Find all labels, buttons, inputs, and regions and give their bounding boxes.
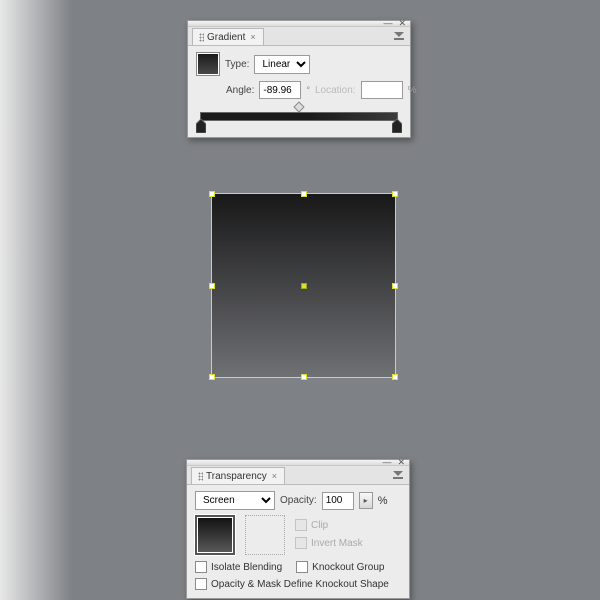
tab-gradient[interactable]: Gradient × bbox=[192, 28, 264, 45]
checkbox-icon[interactable] bbox=[195, 578, 207, 590]
tab-transparency[interactable]: Transparency × bbox=[191, 467, 285, 484]
type-label: Type: bbox=[225, 59, 249, 70]
checkbox-icon[interactable] bbox=[195, 561, 207, 573]
type-select[interactable]: Linear bbox=[254, 55, 310, 74]
gradient-slider[interactable] bbox=[196, 105, 402, 129]
clip-checkbox: Clip bbox=[295, 519, 363, 531]
gradient-swatch[interactable] bbox=[196, 52, 220, 76]
resize-handle-icon[interactable] bbox=[209, 374, 215, 380]
opacity-label: Opacity: bbox=[280, 495, 317, 506]
opmask-label: Opacity & Mask Define Knockout Shape bbox=[211, 579, 389, 590]
percent-label: % bbox=[378, 495, 388, 507]
color-stop-right[interactable] bbox=[392, 119, 402, 133]
center-handle-icon[interactable] bbox=[301, 283, 307, 289]
invert-mask-checkbox: Invert Mask bbox=[295, 537, 363, 549]
canvas-selection-rect[interactable] bbox=[212, 194, 395, 377]
isolate-blending-checkbox[interactable]: Isolate Blending bbox=[195, 561, 282, 573]
resize-handle-icon[interactable] bbox=[209, 283, 215, 289]
gradient-panel: — ✕ Gradient × Type: Linear Angle: ° Loc… bbox=[187, 20, 411, 138]
panel-menu-icon[interactable] bbox=[392, 470, 404, 480]
checkbox-icon bbox=[295, 537, 307, 549]
gradient-bar[interactable] bbox=[200, 112, 398, 121]
opacity-mask-knockout-checkbox[interactable]: Opacity & Mask Define Knockout Shape bbox=[195, 578, 389, 590]
tab-label: Transparency bbox=[206, 471, 267, 482]
invert-label: Invert Mask bbox=[311, 538, 363, 549]
opacity-input[interactable] bbox=[322, 492, 354, 510]
object-thumb[interactable] bbox=[195, 515, 235, 555]
grip-icon bbox=[199, 33, 204, 42]
tab-bar: Gradient × bbox=[188, 27, 410, 46]
midpoint-handle-icon[interactable] bbox=[293, 101, 304, 112]
resize-handle-icon[interactable] bbox=[392, 191, 398, 197]
location-input bbox=[361, 81, 403, 99]
location-label: Location: bbox=[315, 85, 356, 96]
blend-mode-select[interactable]: Screen bbox=[195, 491, 275, 510]
resize-handle-icon[interactable] bbox=[301, 191, 307, 197]
resize-handle-icon[interactable] bbox=[392, 374, 398, 380]
gradient-body: Type: Linear Angle: ° Location: % bbox=[188, 46, 410, 137]
clip-label: Clip bbox=[311, 520, 328, 531]
resize-handle-icon[interactable] bbox=[392, 283, 398, 289]
transparency-body: Screen Opacity: ▸ % Clip Invert Mask bbox=[187, 485, 409, 598]
tab-close-icon[interactable]: × bbox=[272, 471, 277, 481]
knockout-label: Knockout Group bbox=[312, 562, 384, 573]
tab-label: Gradient bbox=[207, 32, 245, 43]
checkbox-icon bbox=[295, 519, 307, 531]
degree-icon: ° bbox=[306, 85, 310, 95]
tab-bar: Transparency × bbox=[187, 466, 409, 485]
percent-label: % bbox=[408, 85, 417, 96]
resize-handle-icon[interactable] bbox=[209, 191, 215, 197]
opacity-stepper-icon[interactable]: ▸ bbox=[359, 492, 373, 509]
tab-close-icon[interactable]: × bbox=[250, 32, 255, 42]
knockout-group-checkbox[interactable]: Knockout Group bbox=[296, 561, 384, 573]
angle-label: Angle: bbox=[226, 85, 254, 96]
grip-icon bbox=[198, 472, 203, 481]
checkbox-icon[interactable] bbox=[296, 561, 308, 573]
isolate-label: Isolate Blending bbox=[211, 562, 282, 573]
transparency-panel: — ✕ Transparency × Screen Opacity: ▸ % bbox=[186, 459, 410, 599]
mask-thumb-slot[interactable] bbox=[245, 515, 285, 555]
color-stop-left[interactable] bbox=[196, 119, 206, 133]
resize-handle-icon[interactable] bbox=[301, 374, 307, 380]
angle-input[interactable] bbox=[259, 81, 301, 99]
panel-menu-icon[interactable] bbox=[393, 31, 405, 41]
